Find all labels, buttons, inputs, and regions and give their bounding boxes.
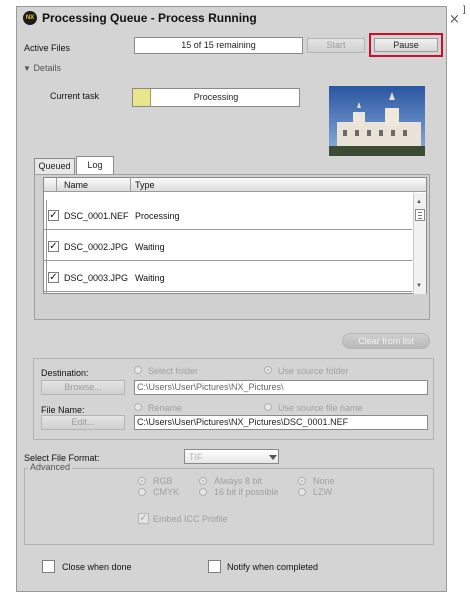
compression-none-label: None — [313, 476, 335, 486]
row-file-name: DSC_0001.NEF — [64, 211, 129, 221]
column-header-type[interactable]: Type — [135, 180, 155, 190]
close-when-done-checkbox[interactable] — [42, 560, 55, 573]
window-title: Processing Queue - Process Running — [42, 11, 257, 25]
table-row[interactable]: ✓ DSC_0003.JPG Waiting — [44, 262, 412, 292]
destination-label: Destination: — [41, 368, 89, 378]
row-file-type: Processing — [135, 211, 180, 221]
clear-from-list-button[interactable]: Clear from list — [342, 333, 430, 349]
pause-button[interactable]: Pause — [374, 38, 438, 52]
destination-path-field[interactable]: C:\Users\User\Pictures\NX_Pictures\ — [134, 380, 428, 395]
task-progress-bar: Processing — [132, 88, 300, 107]
use-source-folder-radio[interactable] — [264, 366, 272, 374]
tab-queued[interactable]: Queued — [34, 158, 75, 175]
rgb-radio[interactable] — [138, 477, 146, 485]
processing-queue-window: NX Processing Queue - Process Running Ac… — [16, 6, 447, 592]
row-file-name: DSC_0002.JPG — [64, 242, 129, 252]
collapse-triangle-icon: ▼ — [23, 64, 31, 73]
rename-radio[interactable] — [134, 403, 142, 411]
always-8-bit-label: Always 8 bit — [214, 476, 263, 486]
cmyk-radio[interactable] — [138, 488, 146, 496]
details-toggle-label: Details — [33, 63, 61, 73]
chevron-down-icon — [269, 455, 277, 460]
queue-list: Name Type ✓ DSC_0001.NEF Processing ✓ DS… — [43, 177, 427, 294]
start-button[interactable]: Start — [307, 38, 365, 53]
notify-when-completed-label: Notify when completed — [227, 562, 319, 572]
active-files-label: Active Files — [24, 43, 71, 53]
file-format-select[interactable]: TIF — [184, 449, 279, 464]
details-toggle[interactable]: ▼ Details — [23, 63, 61, 73]
close-icon[interactable]: × — [449, 12, 460, 27]
column-header-name[interactable]: Name — [64, 180, 88, 190]
use-source-folder-label: Use source folder — [278, 366, 349, 376]
image-thumbnail — [329, 86, 425, 156]
use-source-file-name-radio[interactable] — [264, 403, 272, 411]
embed-icc-checkbox[interactable]: ✓ — [138, 513, 149, 524]
cmyk-label: CMYK — [153, 487, 180, 497]
file-name-path-field[interactable]: C:\Users\User\Pictures\NX_Pictures\DSC_0… — [134, 415, 428, 430]
window-edge-mark: ] — [463, 4, 466, 14]
list-header: Name Type — [44, 178, 426, 192]
16-bit-radio[interactable] — [199, 488, 207, 496]
edit-button[interactable]: Edit... — [41, 415, 125, 430]
select-folder-radio[interactable] — [134, 366, 142, 374]
row-file-name: DSC_0003.JPG — [64, 273, 129, 283]
remaining-display: 15 of 15 remaining — [134, 37, 303, 54]
row-gutter — [44, 200, 47, 294]
title-bar: NX Processing Queue - Process Running — [17, 7, 446, 29]
task-status-text: Processing — [193, 92, 239, 102]
rename-label: Rename — [148, 403, 183, 413]
advanced-group-label: Advanced — [28, 462, 73, 472]
use-source-file-name-label: Use source file name — [278, 403, 363, 413]
compression-none-radio[interactable] — [298, 477, 306, 485]
scroll-up-arrow-icon[interactable]: ▲ — [416, 199, 422, 205]
tab-log[interactable]: Log — [76, 156, 114, 175]
table-row[interactable]: ✓ DSC_0001.NEF Processing — [44, 200, 412, 230]
row-checkbox[interactable]: ✓ — [48, 272, 59, 283]
browse-button[interactable]: Browse... — [41, 380, 125, 395]
embed-icc-label: Embed ICC Profile — [153, 514, 228, 524]
compression-lzw-radio[interactable] — [298, 488, 306, 496]
row-checkbox[interactable]: ✓ — [48, 241, 59, 252]
row-file-type: Waiting — [135, 273, 165, 283]
row-checkbox[interactable]: ✓ — [48, 210, 59, 221]
nx-logo-icon: NX — [23, 11, 37, 25]
notify-when-completed-checkbox[interactable] — [208, 560, 221, 573]
always-8-bit-radio[interactable] — [199, 477, 207, 485]
vertical-scrollbar[interactable]: ▲ ▼ — [413, 193, 426, 294]
select-folder-label: Select folder — [148, 366, 199, 376]
current-task-label: Current task — [50, 91, 100, 101]
row-file-type: Waiting — [135, 242, 165, 252]
16-bit-label: 16 bit if possible — [214, 487, 279, 497]
table-row[interactable]: ✓ DSC_0002.JPG Waiting — [44, 231, 412, 261]
scrollbar-thumb[interactable] — [415, 209, 425, 221]
scroll-down-arrow-icon[interactable]: ▼ — [416, 283, 422, 289]
file-format-value: TIF — [189, 452, 203, 462]
file-name-label: File Name: — [41, 405, 85, 415]
close-when-done-label: Close when done — [62, 562, 132, 572]
rgb-label: RGB — [153, 476, 173, 486]
compression-lzw-label: LZW — [313, 487, 332, 497]
